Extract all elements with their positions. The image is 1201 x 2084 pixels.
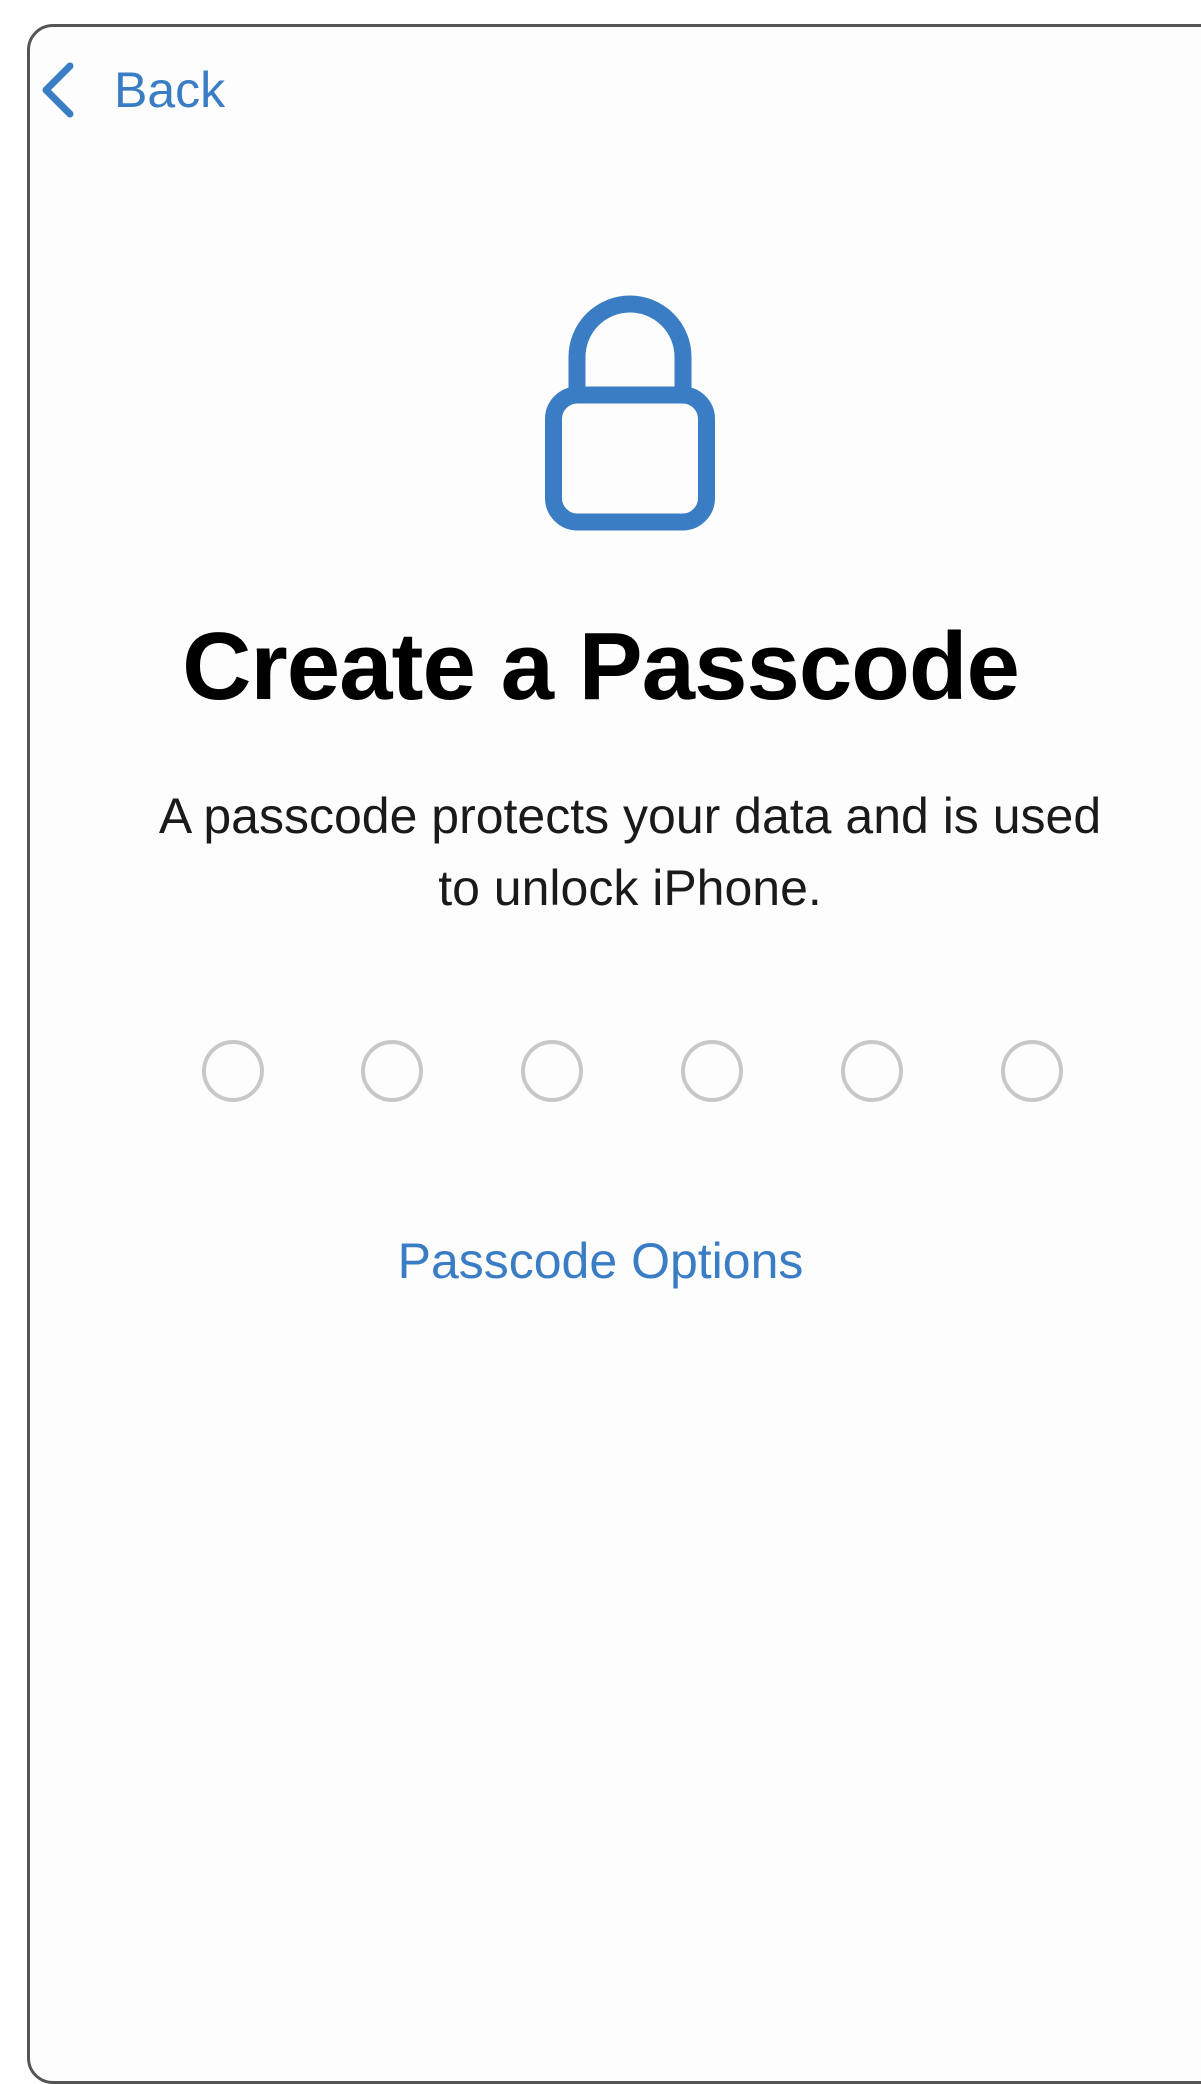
back-label: Back [114, 62, 226, 118]
passcode-dot [361, 1040, 423, 1102]
subtitle-line-1: A passcode protects your data and is use… [158, 788, 1102, 844]
chevron-left-icon [40, 62, 74, 118]
passcode-dot [521, 1040, 583, 1102]
passcode-dot [202, 1040, 264, 1102]
passcode-options-button[interactable]: Passcode Options [0, 1232, 1201, 1290]
page-title: Create a Passcode [182, 613, 1020, 720]
page-subtitle: A passcode protects your data and is use… [80, 780, 1180, 924]
passcode-dots [0, 1040, 1201, 1110]
subtitle-line-2: to unlock iPhone. [438, 860, 822, 916]
passcode-dot [1001, 1040, 1063, 1102]
back-button[interactable]: Back [40, 60, 225, 120]
passcode-dot [841, 1040, 903, 1102]
lock-icon [545, 295, 715, 531]
passcode-dot [681, 1040, 743, 1102]
